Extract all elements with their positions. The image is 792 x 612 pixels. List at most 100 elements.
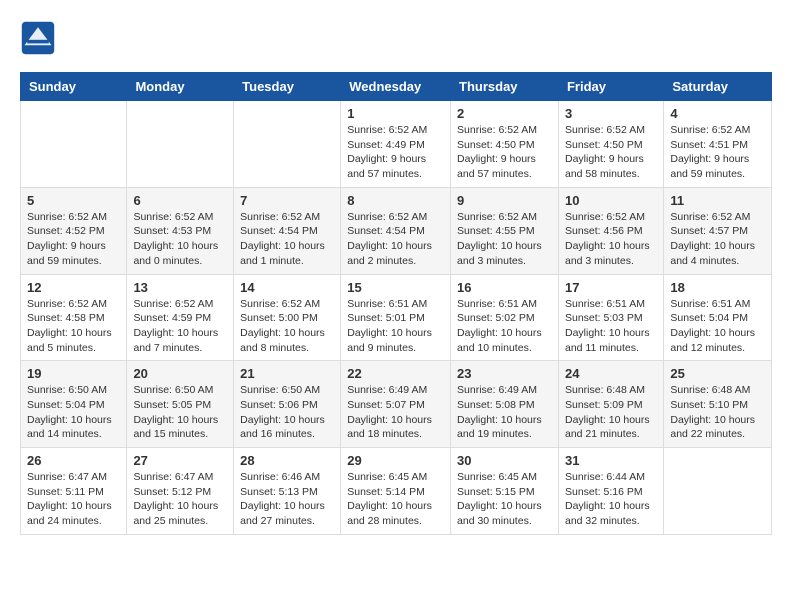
calendar-week-row: 19 Sunrise: 6:50 AM Sunset: 5:04 PM Dayli… [21, 361, 772, 448]
weekday-header-monday: Monday [127, 73, 234, 101]
day-info: Sunrise: 6:47 AM Sunset: 5:11 PM Dayligh… [27, 470, 120, 529]
day-info: Sunrise: 6:50 AM Sunset: 5:05 PM Dayligh… [133, 383, 227, 442]
calendar-cell: 18 Sunrise: 6:51 AM Sunset: 5:04 PM Dayli… [664, 274, 772, 361]
calendar-cell: 30Sunrise: 6:45 AM Sunset: 5:15 PM Dayli… [451, 448, 559, 535]
calendar-cell: 17Sunrise: 6:51 AM Sunset: 5:03 PM Dayli… [558, 274, 663, 361]
day-info: Sunrise: 6:52 AM Sunset: 4:56 PM Dayligh… [565, 210, 657, 269]
day-info: Sunrise: 6:49 AM Sunset: 5:07 PM Dayligh… [347, 383, 444, 442]
calendar-table: SundayMondayTuesdayWednesdayThursdayFrid… [20, 72, 772, 535]
calendar-cell [234, 101, 341, 188]
day-number: 31 [565, 453, 657, 468]
day-number: 1 [347, 106, 444, 121]
calendar-week-row: 26 Sunrise: 6:47 AM Sunset: 5:11 PM Dayli… [21, 448, 772, 535]
calendar-cell: 25Sunrise: 6:48 AM Sunset: 5:10 PM Dayli… [664, 361, 772, 448]
day-number: 24 [565, 366, 657, 381]
day-info: Sunrise: 6:50 AM Sunset: 5:06 PM Dayligh… [240, 383, 334, 442]
day-info: Sunrise: 6:52 AM Sunset: 4:49 PM Dayligh… [347, 123, 444, 182]
weekday-header-thursday: Thursday [451, 73, 559, 101]
day-number: 27 [133, 453, 227, 468]
logo-icon [20, 20, 56, 56]
day-info: Sunrise: 6:51 AM Sunset: 5:04 PM Dayligh… [670, 297, 765, 356]
calendar-cell: 31 Sunrise: 6:44 AM Sunset: 5:16 PM Dayli… [558, 448, 663, 535]
day-number: 25 [670, 366, 765, 381]
calendar-cell: 11Sunrise: 6:52 AM Sunset: 4:57 PM Dayli… [664, 187, 772, 274]
calendar-cell: 23 Sunrise: 6:49 AM Sunset: 5:08 PM Dayli… [451, 361, 559, 448]
day-info: Sunrise: 6:45 AM Sunset: 5:14 PM Dayligh… [347, 470, 444, 529]
day-info: Sunrise: 6:48 AM Sunset: 5:09 PM Dayligh… [565, 383, 657, 442]
day-number: 28 [240, 453, 334, 468]
day-info: Sunrise: 6:52 AM Sunset: 4:51 PM Dayligh… [670, 123, 765, 182]
day-info: Sunrise: 6:50 AM Sunset: 5:04 PM Dayligh… [27, 383, 120, 442]
day-info: Sunrise: 6:52 AM Sunset: 4:50 PM Dayligh… [565, 123, 657, 182]
weekday-header-wednesday: Wednesday [341, 73, 451, 101]
calendar-cell: 10Sunrise: 6:52 AM Sunset: 4:56 PM Dayli… [558, 187, 663, 274]
calendar-cell: 7 Sunrise: 6:52 AM Sunset: 4:54 PM Daylig… [234, 187, 341, 274]
day-number: 15 [347, 280, 444, 295]
calendar-cell: 3 Sunrise: 6:52 AM Sunset: 4:50 PM Daylig… [558, 101, 663, 188]
day-number: 8 [347, 193, 444, 208]
day-number: 4 [670, 106, 765, 121]
day-info: Sunrise: 6:52 AM Sunset: 4:54 PM Dayligh… [240, 210, 334, 269]
day-info: Sunrise: 6:52 AM Sunset: 4:55 PM Dayligh… [457, 210, 552, 269]
weekday-header-saturday: Saturday [664, 73, 772, 101]
calendar-cell: 24 Sunrise: 6:48 AM Sunset: 5:09 PM Dayli… [558, 361, 663, 448]
calendar-cell: 8 Sunrise: 6:52 AM Sunset: 4:54 PM Daylig… [341, 187, 451, 274]
calendar-cell: 12 Sunrise: 6:52 AM Sunset: 4:58 PM Dayli… [21, 274, 127, 361]
day-number: 3 [565, 106, 657, 121]
day-info: Sunrise: 6:52 AM Sunset: 4:59 PM Dayligh… [133, 297, 227, 356]
day-info: Sunrise: 6:51 AM Sunset: 5:02 PM Dayligh… [457, 297, 552, 356]
day-number: 20 [133, 366, 227, 381]
day-number: 22 [347, 366, 444, 381]
calendar-cell [127, 101, 234, 188]
calendar-cell: 15 Sunrise: 6:51 AM Sunset: 5:01 PM Dayli… [341, 274, 451, 361]
calendar-cell: 27 Sunrise: 6:47 AM Sunset: 5:12 PM Dayli… [127, 448, 234, 535]
day-info: Sunrise: 6:52 AM Sunset: 5:00 PM Dayligh… [240, 297, 334, 356]
day-number: 30 [457, 453, 552, 468]
calendar-week-row: 12 Sunrise: 6:52 AM Sunset: 4:58 PM Dayli… [21, 274, 772, 361]
day-info: Sunrise: 6:52 AM Sunset: 4:58 PM Dayligh… [27, 297, 120, 356]
calendar-cell [21, 101, 127, 188]
calendar-cell: 13 Sunrise: 6:52 AM Sunset: 4:59 PM Dayli… [127, 274, 234, 361]
calendar-cell: 26 Sunrise: 6:47 AM Sunset: 5:11 PM Dayli… [21, 448, 127, 535]
day-info: Sunrise: 6:49 AM Sunset: 5:08 PM Dayligh… [457, 383, 552, 442]
day-number: 23 [457, 366, 552, 381]
day-number: 12 [27, 280, 120, 295]
day-number: 26 [27, 453, 120, 468]
calendar-cell: 21 Sunrise: 6:50 AM Sunset: 5:06 PM Dayli… [234, 361, 341, 448]
calendar-cell: 28 Sunrise: 6:46 AM Sunset: 5:13 PM Dayli… [234, 448, 341, 535]
day-info: Sunrise: 6:52 AM Sunset: 4:53 PM Dayligh… [133, 210, 227, 269]
calendar-cell: 2Sunrise: 6:52 AM Sunset: 4:50 PM Daylig… [451, 101, 559, 188]
day-number: 7 [240, 193, 334, 208]
calendar-cell: 9Sunrise: 6:52 AM Sunset: 4:55 PM Daylig… [451, 187, 559, 274]
calendar-cell: 22 Sunrise: 6:49 AM Sunset: 5:07 PM Dayli… [341, 361, 451, 448]
day-number: 6 [133, 193, 227, 208]
day-number: 19 [27, 366, 120, 381]
weekday-header-friday: Friday [558, 73, 663, 101]
calendar-cell: 1 Sunrise: 6:52 AM Sunset: 4:49 PM Daylig… [341, 101, 451, 188]
day-info: Sunrise: 6:52 AM Sunset: 4:50 PM Dayligh… [457, 123, 552, 182]
day-info: Sunrise: 6:44 AM Sunset: 5:16 PM Dayligh… [565, 470, 657, 529]
calendar-header-row: SundayMondayTuesdayWednesdayThursdayFrid… [21, 73, 772, 101]
day-info: Sunrise: 6:46 AM Sunset: 5:13 PM Dayligh… [240, 470, 334, 529]
day-info: Sunrise: 6:51 AM Sunset: 5:01 PM Dayligh… [347, 297, 444, 356]
day-number: 14 [240, 280, 334, 295]
calendar-cell: 19 Sunrise: 6:50 AM Sunset: 5:04 PM Dayli… [21, 361, 127, 448]
calendar-cell [664, 448, 772, 535]
day-info: Sunrise: 6:47 AM Sunset: 5:12 PM Dayligh… [133, 470, 227, 529]
calendar-cell: 4 Sunrise: 6:52 AM Sunset: 4:51 PM Daylig… [664, 101, 772, 188]
page-header [20, 20, 772, 56]
calendar-week-row: 5 Sunrise: 6:52 AM Sunset: 4:52 PM Daylig… [21, 187, 772, 274]
calendar-week-row: 1 Sunrise: 6:52 AM Sunset: 4:49 PM Daylig… [21, 101, 772, 188]
day-number: 21 [240, 366, 334, 381]
calendar-cell: 29 Sunrise: 6:45 AM Sunset: 5:14 PM Dayli… [341, 448, 451, 535]
calendar-cell: 5 Sunrise: 6:52 AM Sunset: 4:52 PM Daylig… [21, 187, 127, 274]
day-number: 13 [133, 280, 227, 295]
logo [20, 20, 60, 56]
day-number: 5 [27, 193, 120, 208]
weekday-header-sunday: Sunday [21, 73, 127, 101]
day-number: 18 [670, 280, 765, 295]
day-number: 16 [457, 280, 552, 295]
day-number: 29 [347, 453, 444, 468]
day-info: Sunrise: 6:52 AM Sunset: 4:52 PM Dayligh… [27, 210, 120, 269]
day-info: Sunrise: 6:52 AM Sunset: 4:54 PM Dayligh… [347, 210, 444, 269]
